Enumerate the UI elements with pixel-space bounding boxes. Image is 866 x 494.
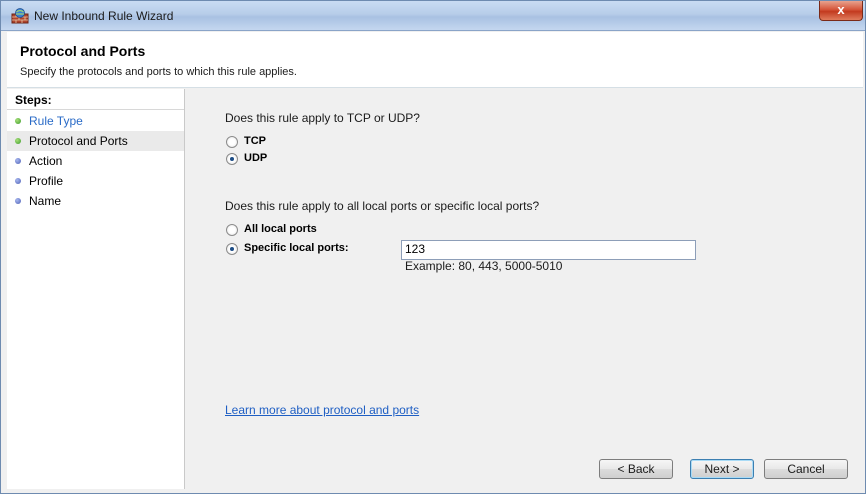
step-current-icon bbox=[15, 138, 21, 144]
step-label: Name bbox=[29, 194, 62, 208]
step-pending-icon bbox=[15, 158, 21, 164]
step-rule-type[interactable]: Rule Type bbox=[7, 111, 184, 131]
main-content: Does this rule apply to TCP or UDP? TCP … bbox=[186, 89, 862, 489]
close-icon: x bbox=[837, 2, 845, 17]
radio-all-ports-label[interactable]: All local ports bbox=[244, 223, 317, 235]
step-action: Action bbox=[7, 151, 184, 171]
page-title: Protocol and Ports bbox=[20, 43, 146, 59]
step-done-icon bbox=[15, 118, 21, 124]
protocol-question: Does this rule apply to TCP or UDP? bbox=[225, 111, 420, 125]
radio-tcp-label[interactable]: TCP bbox=[244, 135, 266, 147]
step-label: Action bbox=[29, 154, 63, 168]
step-profile: Profile bbox=[7, 171, 184, 191]
ports-example-hint: Example: 80, 443, 5000-5010 bbox=[405, 259, 563, 273]
radio-udp-label[interactable]: UDP bbox=[244, 152, 267, 164]
radio-all-ports-indicator[interactable] bbox=[226, 224, 238, 236]
steps-sidebar: Steps: Rule Type Protocol and Ports Acti… bbox=[7, 89, 185, 489]
steps-title: Steps: bbox=[15, 93, 52, 107]
specific-ports-input[interactable]: 123 bbox=[401, 240, 696, 260]
cancel-button[interactable]: Cancel bbox=[764, 459, 848, 479]
ports-question: Does this rule apply to all local ports … bbox=[225, 199, 540, 213]
wizard-window: New Inbound Rule Wizard x Protocol and P… bbox=[0, 0, 866, 494]
window-title: New Inbound Rule Wizard bbox=[34, 9, 174, 23]
firewall-icon bbox=[11, 8, 29, 24]
step-label: Protocol and Ports bbox=[29, 134, 128, 148]
radio-specific-ports-label[interactable]: Specific local ports: bbox=[244, 242, 349, 254]
page-header: Protocol and Ports Specify the protocols… bbox=[7, 32, 863, 88]
page-subtitle: Specify the protocols and ports to which… bbox=[20, 66, 297, 78]
steps-divider bbox=[7, 109, 184, 110]
step-pending-icon bbox=[15, 198, 21, 204]
next-button[interactable]: Next > bbox=[690, 459, 754, 479]
title-bar[interactable]: New Inbound Rule Wizard x bbox=[1, 1, 865, 31]
step-label[interactable]: Rule Type bbox=[29, 114, 83, 128]
radio-tcp-indicator[interactable] bbox=[226, 136, 238, 148]
radio-udp-indicator[interactable] bbox=[226, 153, 238, 165]
step-protocol-and-ports: Protocol and Ports bbox=[7, 131, 184, 151]
close-button[interactable]: x bbox=[819, 1, 863, 21]
learn-more-link[interactable]: Learn more about protocol and ports bbox=[225, 403, 419, 417]
step-pending-icon bbox=[15, 178, 21, 184]
step-label: Profile bbox=[29, 174, 64, 188]
back-button[interactable]: < Back bbox=[599, 459, 673, 479]
radio-specific-ports-indicator[interactable] bbox=[226, 243, 238, 255]
step-name: Name bbox=[7, 191, 184, 211]
